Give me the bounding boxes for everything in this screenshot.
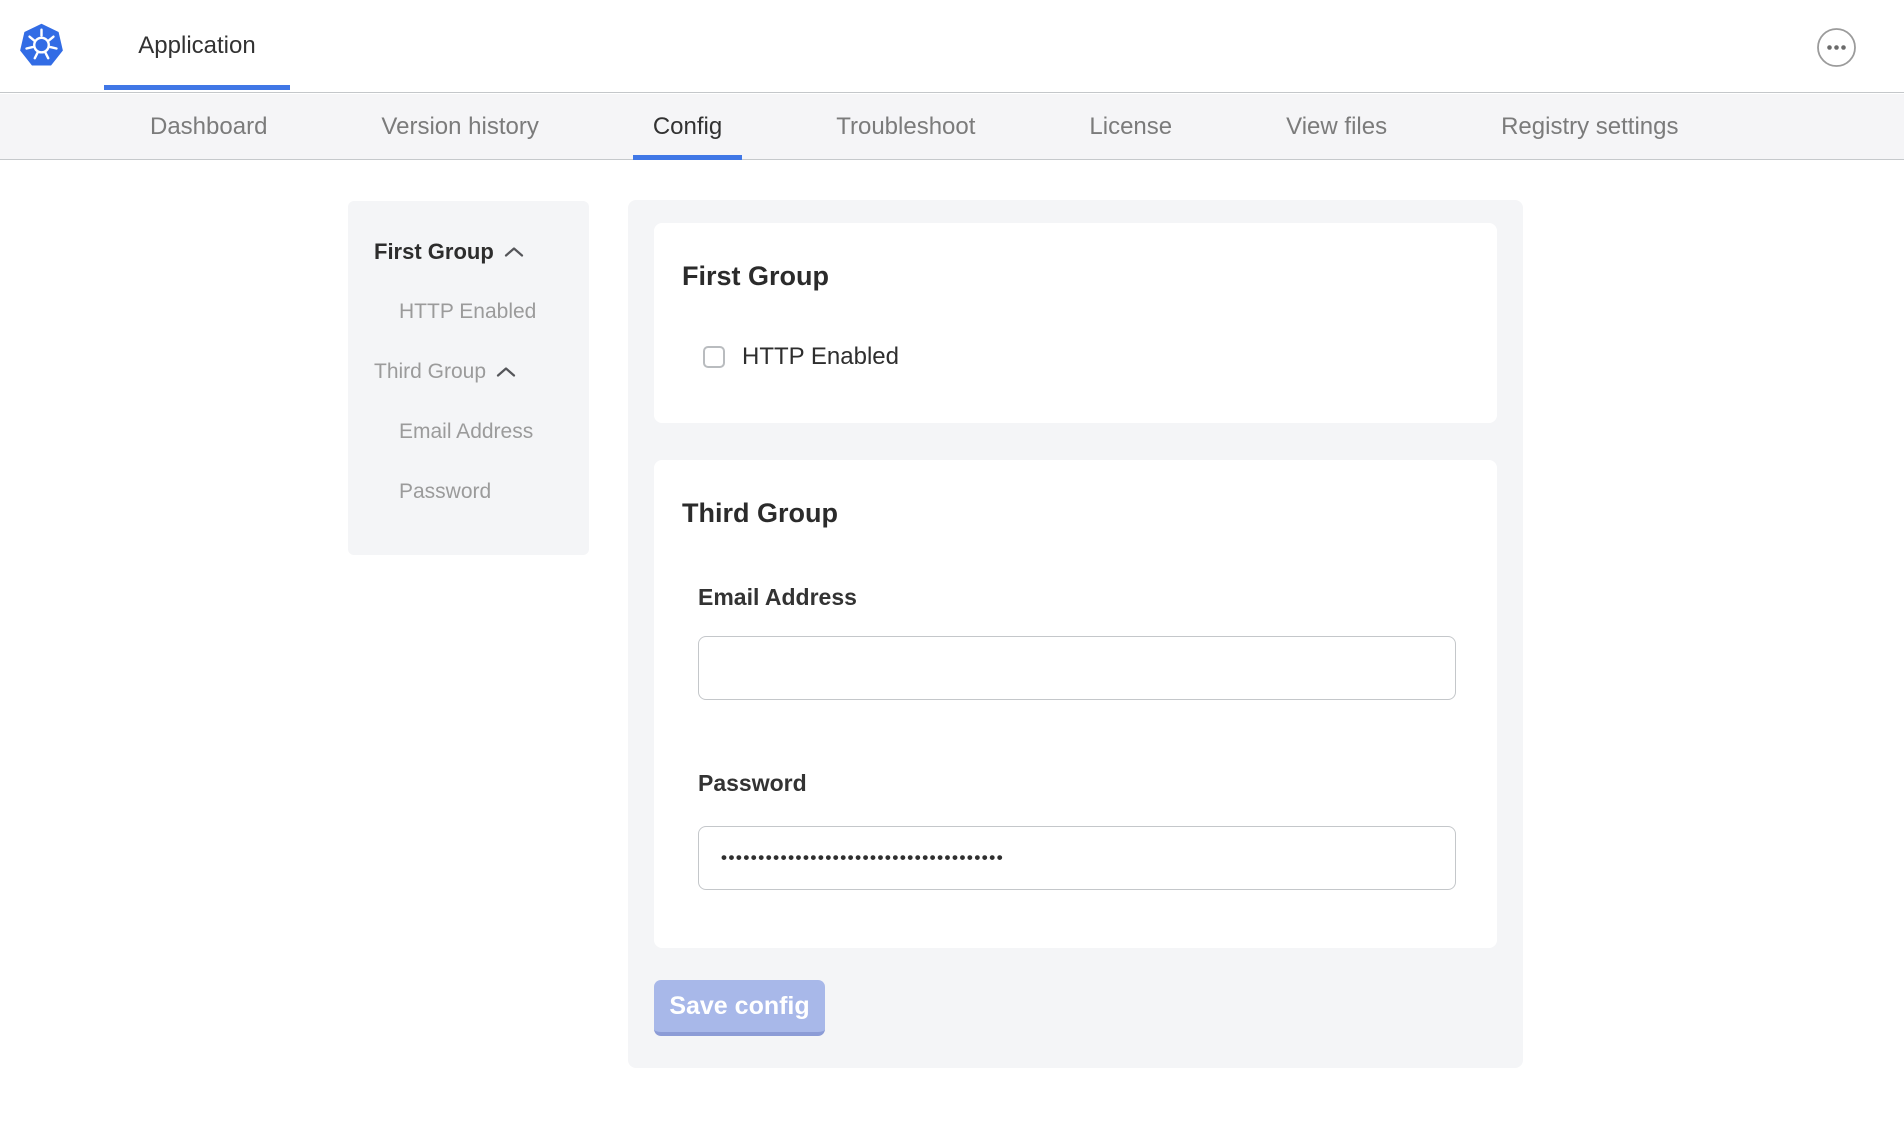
tab-registry-settings[interactable]: Registry settings (1499, 94, 1680, 160)
ellipsis-menu-icon[interactable] (1816, 27, 1857, 68)
group-title: Third Group (682, 498, 838, 529)
chevron-up-icon (504, 246, 524, 258)
sidebar-item-http-enabled[interactable]: HTTP Enabled (374, 299, 589, 325)
password-label: Password (698, 770, 807, 797)
config-group-card-first: First Group HTTP Enabled (654, 223, 1497, 423)
tab-dashboard[interactable]: Dashboard (148, 94, 269, 160)
sidebar-item-third-group[interactable]: Third Group (374, 359, 589, 385)
tab-license[interactable]: License (1087, 94, 1174, 160)
password-input[interactable]: •••••••••••••••••••••••••••••••••••••• (698, 826, 1456, 890)
save-config-button[interactable]: Save config (654, 980, 825, 1036)
config-outline-sidebar: First Group HTTP Enabled Third Group Ema… (348, 201, 589, 555)
chevron-up-icon (496, 366, 516, 378)
sidebar-item-password[interactable]: Password (374, 479, 589, 505)
sidebar-item-first-group[interactable]: First Group (374, 239, 589, 265)
sidebar-item-label: First Group (374, 239, 494, 265)
app-header: Application (0, 0, 1904, 93)
tab-troubleshoot[interactable]: Troubleshoot (834, 94, 977, 160)
sidebar-item-label: Password (399, 480, 491, 504)
tab-view-files[interactable]: View files (1284, 94, 1389, 160)
config-group-card-third: Third Group Email Address Password •••••… (654, 460, 1497, 948)
sidebar-item-email-address[interactable]: Email Address (374, 419, 589, 445)
sidebar-item-label: Third Group (374, 360, 486, 384)
email-address-input[interactable] (698, 636, 1456, 700)
tab-config[interactable]: Config (651, 94, 724, 160)
app-subnav: Dashboard Version history Config Trouble… (0, 94, 1904, 160)
kubernetes-logo-icon (18, 22, 65, 69)
http-enabled-checkbox-row[interactable]: HTTP Enabled (703, 343, 899, 371)
config-main-panel: First Group HTTP Enabled Third Group Ema… (628, 200, 1523, 1068)
sidebar-item-label: HTTP Enabled (399, 300, 536, 324)
tab-application[interactable]: Application (104, 0, 290, 92)
checkbox-label: HTTP Enabled (742, 343, 899, 371)
http-enabled-checkbox[interactable] (703, 346, 725, 368)
tab-version-history[interactable]: Version history (379, 94, 540, 160)
email-address-label: Email Address (698, 584, 857, 611)
group-title: First Group (682, 261, 829, 292)
sidebar-item-label: Email Address (399, 420, 533, 444)
